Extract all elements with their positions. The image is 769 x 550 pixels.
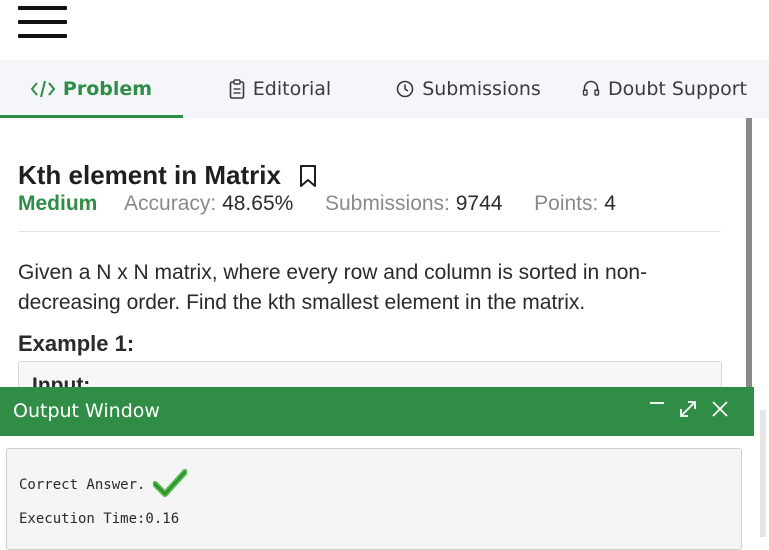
code-icon	[30, 80, 55, 98]
tab-submissions[interactable]: Submissions	[377, 60, 560, 118]
output-window-title: Output Window	[13, 400, 160, 422]
close-icon[interactable]	[708, 397, 732, 421]
execution-time: Execution Time:0.16	[19, 511, 180, 527]
input-label: Input:	[32, 374, 91, 388]
expand-icon[interactable]	[676, 397, 700, 421]
page-scrollbar[interactable]	[760, 410, 766, 537]
tab-doubt-support[interactable]: Doubt Support	[560, 60, 769, 118]
tab-submissions-label: Submissions	[422, 78, 541, 100]
top-bar	[0, 0, 769, 60]
result-text: Correct Answer.	[19, 477, 146, 493]
output-window-panel: Correct Answer. Execution Time:0.16	[0, 436, 754, 550]
tab-editorial-label: Editorial	[252, 78, 332, 100]
output-console: Correct Answer. Execution Time:0.16	[6, 448, 742, 550]
submissions-value: 9744	[455, 192, 503, 215]
headset-icon	[582, 80, 600, 98]
tab-problem[interactable]: Problem	[0, 60, 183, 118]
points-label: Points:	[534, 192, 599, 215]
problem-description: Given a N x N matrix, where every row an…	[18, 261, 648, 314]
tab-doubt-support-label: Doubt Support	[608, 78, 747, 100]
problem-tabs: Problem Editorial Submissions Doubt Supp…	[0, 60, 769, 118]
bookmark-icon[interactable]	[299, 164, 317, 188]
content-scrollbar[interactable]	[746, 118, 752, 388]
example-heading: Example 1:	[18, 331, 135, 356]
tab-editorial[interactable]: Editorial	[183, 60, 377, 118]
problem-title: Kth element in Matrix	[18, 160, 281, 190]
problem-meta: Medium Accuracy: 48.65% Submissions: 974…	[18, 192, 616, 216]
clock-icon	[396, 80, 414, 98]
submissions-label: Submissions:	[325, 192, 450, 215]
checkmark-icon	[152, 469, 189, 501]
accuracy-value: 48.65%	[222, 192, 294, 215]
accuracy-label: Accuracy:	[124, 192, 217, 215]
problem-statement: Kth element in Matrix Medium Accuracy: 4…	[0, 118, 744, 388]
result-line: Correct Answer.	[19, 469, 189, 501]
difficulty-badge: Medium	[18, 192, 98, 215]
tab-problem-label: Problem	[62, 78, 153, 100]
title-row: Kth element in Matrix	[18, 160, 317, 191]
hamburger-menu-icon[interactable]	[18, 6, 68, 40]
minimize-icon[interactable]	[646, 397, 670, 421]
clipboard-icon	[229, 79, 245, 99]
example-box: Input:	[18, 361, 722, 388]
divider	[18, 231, 721, 232]
output-window-header: Output Window	[0, 387, 754, 436]
points-value: 4	[604, 192, 616, 215]
